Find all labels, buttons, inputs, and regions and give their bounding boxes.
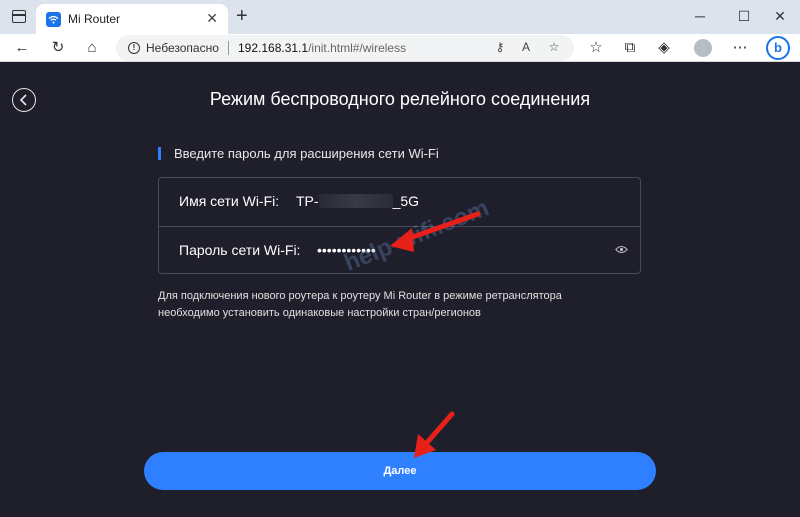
security-label[interactable]: Небезопасно (146, 41, 219, 55)
next-button[interactable]: Далее (144, 452, 656, 490)
warning-icon[interactable]: ! (128, 42, 140, 54)
window-icon[interactable] (12, 10, 26, 23)
network-name-prefix: TP- (296, 193, 319, 209)
title-bar: Mi Router ✕ + ─ ☐ ✕ (0, 0, 800, 34)
subtitle-accent (158, 147, 161, 160)
region-note: Для подключения нового роутера к роутеру… (158, 290, 562, 319)
bing-icon[interactable]: b (766, 36, 790, 60)
back-arrow-icon[interactable]: ← (12, 38, 32, 58)
home-icon[interactable]: ⌂ (82, 38, 102, 58)
network-name-label: Имя сети Wi-Fi: (179, 193, 280, 209)
edge-shield-icon[interactable]: ◈ (654, 38, 674, 58)
router-page: Режим беспроводного релейного соединения… (0, 62, 800, 517)
next-arrow-shaft (421, 411, 455, 449)
url-text[interactable]: 192.168.31.1/init.html#/wireless (238, 41, 406, 55)
subtitle: Введите пароль для расширения сети Wi-Fi (174, 146, 439, 161)
new-tab-button[interactable]: + (236, 6, 248, 26)
tab-mi-router[interactable]: Mi Router ✕ (36, 4, 228, 34)
minimize-button[interactable]: ─ (690, 8, 710, 24)
collections-icon[interactable]: ⧉ (620, 38, 640, 58)
favorite-add-icon[interactable]: ☆ (546, 40, 562, 54)
url-host: 192.168.31.1 (238, 41, 309, 55)
profile-icon[interactable] (694, 39, 712, 57)
network-name-row: Имя сети Wi-Fi: TP- _5G (159, 178, 640, 226)
refresh-icon[interactable]: ↻ (48, 38, 68, 58)
address-bar[interactable]: ! Небезопасно 192.168.31.1/init.html#/wi… (116, 35, 574, 61)
blurred-ssid (318, 194, 393, 208)
network-name-value: TP- _5G (296, 193, 419, 209)
eye-icon[interactable] (615, 245, 628, 254)
key-icon[interactable]: ⚷ (492, 40, 508, 54)
wifi-favicon (46, 12, 61, 27)
network-name-suffix: _5G (392, 193, 420, 209)
close-window-button[interactable]: ✕ (770, 8, 790, 25)
page-title: Режим беспроводного релейного соединения (209, 89, 591, 109)
maximize-button[interactable]: ☐ (734, 8, 754, 25)
tab-title: Mi Router (68, 12, 121, 26)
browser-toolbar: ← ↻ ⌂ ! Небезопасно 192.168.31.1/init.ht… (0, 34, 800, 62)
url-path: /init.html#/wireless (308, 41, 407, 55)
read-aloud-icon[interactable]: A (518, 40, 534, 54)
tab-close-icon[interactable]: ✕ (206, 10, 218, 27)
address-divider (228, 41, 229, 55)
more-icon[interactable]: ⋯ (730, 38, 750, 58)
wifi-form: Имя сети Wi-Fi: TP- _5G Пароль сети Wi-Fi… (158, 177, 641, 274)
favorites-icon[interactable]: ☆ (586, 38, 606, 58)
password-label: Пароль сети Wi-Fi: (179, 242, 301, 258)
